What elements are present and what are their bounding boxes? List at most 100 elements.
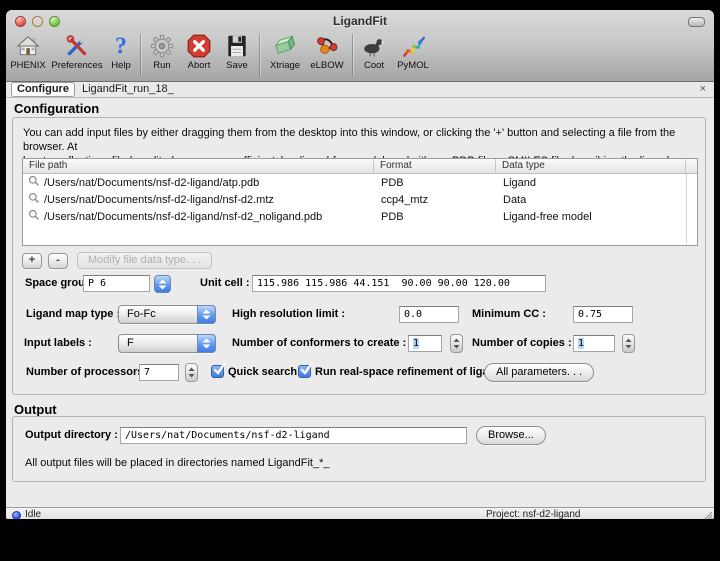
toolbar-button-save[interactable]: Save — [219, 32, 255, 78]
toolbar-label-elbow: eLBOW — [310, 60, 343, 71]
toolbar-label-coot: Coot — [364, 60, 384, 71]
column-header-blank — [686, 159, 697, 174]
toolbar-button-xtriage[interactable]: Xtriage — [264, 32, 306, 78]
abort-stop-icon — [186, 32, 212, 60]
tab-ligandfit-run-18[interactable]: LigandFit_run_18_ — [75, 83, 181, 96]
unit-cell-label: Unit cell : — [200, 277, 250, 289]
table-row[interactable]: /Users/nat/Documents/nsf-d2-ligand/nsf-d… — [23, 191, 697, 208]
project-label: Project: nsf-d2-ligand — [486, 509, 581, 519]
conformers-label: Number of conformers to create : — [232, 337, 406, 349]
xtriage-crystal-icon — [272, 32, 298, 60]
dropdown-stepper-icon — [197, 305, 216, 324]
modify-file-data-type-button[interactable]: Modify file data type. . . — [77, 252, 212, 269]
toolbar-button-coot[interactable]: Coot — [357, 32, 391, 78]
conformers-field[interactable]: 1 — [408, 335, 442, 352]
output-directory-field[interactable]: /Users/nat/Documents/nsf-d2-ligand — [120, 427, 467, 444]
quick-search-checkbox[interactable] — [211, 365, 224, 378]
help-question-icon: ? — [108, 32, 134, 60]
preferences-tools-icon — [64, 32, 90, 60]
format-cell: PDB — [374, 211, 496, 223]
toolbar-label-abort: Abort — [188, 60, 211, 71]
instructions-line1: You can add input files by either draggi… — [23, 126, 699, 154]
output-note: All output files will be placed in direc… — [25, 457, 330, 469]
format-cell: PDB — [374, 177, 496, 189]
window-title: LigandFit — [6, 14, 714, 28]
toolbar-label-pymol: PyMOL — [397, 60, 429, 71]
resize-grip[interactable] — [701, 509, 713, 519]
copies-spinner[interactable] — [622, 334, 635, 353]
input-labels-label: Input labels : — [24, 337, 92, 349]
column-header-format[interactable]: Format — [374, 159, 496, 174]
file-path-cell: /Users/nat/Documents/nsf-d2-ligand/nsf-d… — [44, 211, 322, 223]
copies-field[interactable]: 1 — [573, 335, 615, 352]
toolbar: PHENIX Preferences — [6, 31, 714, 81]
run-gear-icon — [149, 32, 175, 60]
configuration-heading: Configuration — [14, 101, 99, 116]
high-resolution-limit-field[interactable]: 0.0 — [399, 306, 459, 323]
tab-configure[interactable]: Configure — [11, 82, 75, 97]
add-file-button[interactable]: + — [22, 253, 42, 269]
browse-button[interactable]: Browse... — [476, 426, 546, 445]
toolbar-button-preferences[interactable]: Preferences — [48, 32, 106, 78]
quick-search-label: Quick search — [228, 366, 297, 378]
file-path-cell: /Users/nat/Documents/nsf-d2-ligand/nsf-d… — [44, 194, 274, 206]
real-space-refine-checkbox[interactable] — [298, 365, 311, 378]
table-row[interactable]: /Users/nat/Documents/nsf-d2-ligand/nsf-d… — [23, 208, 697, 225]
toolbar-label-save: Save — [226, 60, 248, 71]
ligand-map-type-label: Ligand map type : — [26, 308, 120, 320]
ligand-map-type-row: Ligand map type : Fo-Fc High resolution … — [13, 305, 705, 325]
unit-cell-field[interactable]: 115.986 115.986 44.151 90.00 90.00 120.0… — [252, 275, 546, 292]
tab-close-icon[interactable]: × — [700, 82, 706, 96]
toolbar-button-abort[interactable]: Abort — [179, 32, 219, 78]
space-group-row: Space group : P 6 Unit cell : 115.986 11… — [13, 274, 705, 294]
column-header-file-path[interactable]: File path — [23, 159, 374, 174]
input-labels-row: Input labels : F Number of conformers to… — [13, 334, 705, 354]
phenix-home-icon — [15, 32, 41, 60]
magnifier-icon — [28, 175, 40, 190]
toolbar-button-phenix[interactable]: PHENIX — [8, 32, 48, 78]
svg-text:?: ? — [115, 34, 127, 59]
toolbar-button-run[interactable]: Run — [145, 32, 179, 78]
output-heading: Output — [14, 402, 57, 417]
status-indicator-icon — [12, 511, 21, 519]
window-chrome: LigandFit PHENIX — [6, 10, 714, 82]
toolbar-separator — [352, 34, 353, 76]
data-type-cell: Ligand — [496, 177, 686, 189]
toolbar-button-pymol[interactable]: PyMOL — [391, 32, 435, 78]
space-group-field[interactable]: P 6 — [83, 275, 150, 292]
output-directory-label: Output directory : — [25, 429, 118, 441]
processors-label: Number of processors : — [26, 366, 150, 378]
conformers-spinner[interactable] — [450, 334, 463, 353]
data-type-cell: Ligand-free model — [496, 211, 686, 223]
column-header-data-type[interactable]: Data type — [496, 159, 686, 174]
main-content: Configuration You can add input files by… — [6, 98, 714, 507]
processors-field[interactable]: 7 — [139, 364, 179, 381]
quick-search-checkbox-group[interactable]: Quick search — [211, 365, 297, 378]
table-header-row: File path Format Data type — [23, 159, 697, 174]
toolbar-button-help[interactable]: ? Help — [106, 32, 136, 78]
titlebar[interactable]: LigandFit — [6, 10, 714, 31]
toolbar-button-elbow[interactable]: eLBOW — [306, 32, 348, 78]
ligand-map-type-dropdown[interactable]: Fo-Fc — [118, 305, 216, 324]
all-parameters-button[interactable]: All parameters. . . — [484, 363, 594, 382]
remove-file-button[interactable]: - — [48, 253, 68, 269]
save-floppy-icon — [224, 32, 250, 60]
processors-row: Number of processors : 7 Quick search — [13, 363, 705, 383]
copies-label: Number of copies : — [472, 337, 572, 349]
space-group-stepper[interactable] — [154, 275, 171, 293]
ligandfit-window: LigandFit PHENIX — [6, 10, 714, 519]
table-right-gutter — [686, 174, 687, 245]
tab-strip: Configure LigandFit_run_18_ × — [6, 82, 714, 98]
coot-bird-icon — [361, 32, 387, 60]
minimum-cc-field[interactable]: 0.75 — [573, 306, 633, 323]
toolbar-label-run: Run — [153, 60, 170, 71]
status-text: Idle — [25, 509, 41, 519]
input-files-table[interactable]: File path Format Data type /Users/nat/Do… — [22, 158, 698, 246]
file-buttons-row: + - Modify file data type. . . — [22, 252, 212, 269]
input-labels-dropdown[interactable]: F — [118, 334, 216, 353]
file-path-cell: /Users/nat/Documents/nsf-d2-ligand/atp.p… — [44, 177, 259, 189]
table-row[interactable]: /Users/nat/Documents/nsf-d2-ligand/atp.p… — [23, 174, 697, 191]
processors-spinner[interactable] — [185, 363, 198, 382]
toolbar-toggle-button[interactable] — [688, 17, 705, 27]
real-space-refine-checkbox-group[interactable]: Run real-space refinement of ligand — [298, 365, 502, 378]
